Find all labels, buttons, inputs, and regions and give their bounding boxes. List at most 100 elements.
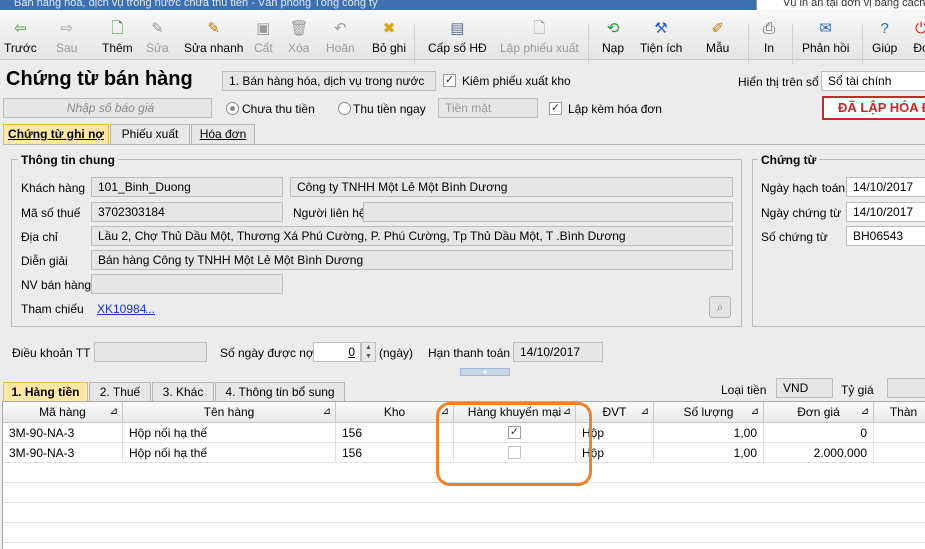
toolbar-button-12[interactable]: ⚒ Tiện ích — [640, 20, 682, 62]
ngay-hach-toan-label: Ngày hạch toán — [761, 181, 846, 195]
voucher-type-select[interactable]: 1. Bán hàng hóa, dịch vụ trong nước — [222, 71, 436, 91]
edit-icon: ✎ — [151, 20, 164, 37]
toolbar-button-label: Hoãn — [326, 41, 355, 55]
pin-icon[interactable]: ⊿ — [641, 402, 649, 422]
tab-chung-tu-ghi-no[interactable]: Chứng từ ghi nợ — [3, 124, 109, 145]
cell-thanh-tien[interactable] — [874, 423, 925, 443]
toolbar-button-13[interactable]: ✐ Mẫu — [706, 20, 729, 62]
toolbar-button-8[interactable]: ✖ Bỏ ghi — [372, 20, 406, 62]
cell-so-luong[interactable]: 1,00 — [654, 423, 764, 443]
han-thanh-toan-label: Hạn thanh toán — [428, 346, 511, 360]
nv-ban-hang-label: NV bán hàng — [21, 278, 92, 292]
cell-so-luong[interactable]: 1,00 — [654, 443, 764, 463]
delete-icon: 🗑 — [289, 20, 309, 37]
quote-number-input[interactable]: Nhập số báo giá — [3, 98, 212, 118]
thu-tien-ngay-label: Thu tiền ngay — [353, 102, 426, 116]
cell-thanh-tien[interactable] — [874, 443, 925, 463]
toolbar-button-0[interactable]: ⇦ Trước — [4, 20, 37, 62]
col-ten-hang[interactable]: Tên hàng ⊿ — [123, 402, 336, 423]
toolbar-separator — [862, 24, 863, 64]
toolbar-button-1[interactable]: ⇨ Sau — [56, 20, 77, 62]
toolbar-button-10[interactable]: 🗋 Lập phiếu xuất — [500, 20, 579, 62]
description-input[interactable]: Bán hàng Công ty TNHH Một Lẻ Một Bình Dư… — [91, 250, 733, 270]
tham-chieu-label: Tham chiếu — [21, 302, 84, 316]
chua-thu-tien-label: Chưa thu tiền — [242, 102, 315, 116]
tab-thong-tin-bo-sung[interactable]: 4. Thông tin bổ sung — [215, 382, 345, 403]
posting-date-input[interactable]: 14/10/2017 — [846, 177, 925, 197]
help-icon: ? — [880, 20, 889, 37]
toolbar-separator — [588, 24, 589, 64]
tab-hang-tien[interactable]: 1. Hàng tiền — [3, 382, 88, 403]
toolbar-button-4[interactable]: ✎ Sửa nhanh — [184, 20, 243, 62]
thu-tien-ngay-radio[interactable] — [338, 102, 351, 115]
toolbar-button-label: Xóa — [288, 41, 310, 55]
currency-select[interactable]: VND — [776, 378, 833, 398]
payment-terms-input[interactable] — [94, 342, 207, 362]
chua-thu-tien-radio[interactable] — [226, 102, 239, 115]
toolbar-button-15[interactable]: ✉ Phản hồi — [802, 20, 849, 62]
customer-code-input[interactable]: 101_Binh_Duong — [91, 177, 283, 197]
tab-khac[interactable]: 3. Khác — [152, 382, 214, 403]
ty-gia-label: Tỷ giá — [841, 383, 874, 397]
due-date-input[interactable]: 14/10/2017 — [513, 342, 603, 362]
tab-thue[interactable]: 2. Thuế — [89, 382, 151, 403]
col-thanh-tien[interactable]: Thàn — [874, 402, 925, 423]
toolbar-button-label: Tiện ích — [640, 41, 683, 55]
toolbar-button-6[interactable]: 🗑 Xóa — [288, 20, 309, 62]
tab-phieu-xuat[interactable]: Phiếu xuất — [110, 124, 190, 145]
reference-more-link[interactable]: ... — [145, 302, 155, 316]
toolbar-button-11[interactable]: ⟲ Nạp — [602, 20, 624, 62]
salesperson-input[interactable] — [91, 274, 283, 294]
payment-method-select[interactable]: Tiền mặt — [438, 98, 538, 118]
customer-name-input[interactable]: Công ty TNHH Một Lẻ Một Bình Dương — [290, 177, 733, 197]
col-kho-label: Kho — [383, 405, 406, 419]
cell-don-gia[interactable]: 0 — [764, 423, 874, 443]
credit-days-value: 0 — [348, 345, 355, 359]
pin-icon[interactable]: ⊿ — [751, 402, 759, 422]
lap-kem-hoa-don-checkbox[interactable]: ✓ — [549, 102, 562, 115]
credit-days-stepper[interactable]: ▲ ▼ — [361, 342, 376, 362]
contact-person-input[interactable] — [363, 202, 733, 222]
toolbar-button-14[interactable]: ⎙ In — [760, 20, 778, 62]
cell-ten-hang[interactable]: Hộp nối hạ thế — [123, 423, 336, 443]
cell-don-gia[interactable]: 2.000.000 — [764, 443, 874, 463]
address-input[interactable]: Lầu 2, Chợ Thủ Dầu Một, Thương Xá Phú Cư… — [91, 226, 733, 246]
toolbar-button-label: Phản hồi — [802, 41, 850, 55]
toolbar-button-2[interactable]: 🗋 Thêm — [102, 20, 133, 62]
kiem-phieu-xuat-kho-checkbox[interactable]: ✓ — [443, 74, 456, 87]
toolbar-button-label: Cất — [254, 41, 273, 55]
toolbar-button-16[interactable]: ? Giúp — [872, 20, 897, 62]
toolbar-button-9[interactable]: ▤ Cấp số HĐ — [428, 20, 487, 62]
collapse-handle[interactable]: ▲ — [460, 368, 510, 376]
search-reference-icon[interactable]: ⌕ — [709, 296, 731, 318]
toolbar-button-17[interactable]: ⏻ Đó — [912, 20, 925, 62]
dien-giai-label: Diễn giải — [21, 254, 68, 268]
col-don-gia[interactable]: Đơn giá ⊿ — [764, 402, 874, 423]
cell-ma-hang[interactable]: 3M-90-NA-3 — [3, 443, 123, 463]
pin-icon[interactable]: ⊿ — [323, 402, 331, 422]
pin-icon[interactable]: ⊿ — [110, 402, 118, 422]
add-document-icon: 🗋 — [111, 20, 124, 37]
utilities-icon: ⚒ — [654, 20, 668, 37]
cell-ma-hang[interactable]: 3M-90-NA-3 — [3, 423, 123, 443]
lap-kem-hoa-don-label: Lập kèm hóa đơn — [568, 102, 662, 116]
tax-code-input[interactable]: 3702303184 — [91, 202, 283, 222]
kiem-phieu-xuat-kho-label: Kiêm phiếu xuất kho — [462, 74, 571, 88]
tab-hoa-don[interactable]: Hóa đơn — [191, 124, 255, 145]
hien-thi-label: Hiển thị trên sổ — [738, 75, 819, 89]
voucher-date-input[interactable]: 14/10/2017 — [846, 202, 925, 222]
col-so-luong[interactable]: Số lượng ⊿ — [654, 402, 764, 423]
pin-icon[interactable]: ⊿ — [861, 402, 869, 422]
toolbar-button-label: Nạp — [602, 41, 625, 55]
reference-link[interactable]: XK10984 — [97, 302, 146, 316]
credit-days-input[interactable]: 0 — [313, 342, 361, 362]
hien-thi-select[interactable]: Sổ tài chính — [821, 71, 925, 91]
exchange-rate-input[interactable] — [887, 378, 925, 398]
voucher-number-input[interactable]: BH06543 — [846, 226, 925, 246]
col-ma-hang[interactable]: Mã hàng ⊿ — [3, 402, 123, 423]
toolbar-button-label: Trước — [4, 41, 37, 55]
toolbar-button-3[interactable]: ✎ Sửa — [146, 20, 169, 62]
cell-ten-hang[interactable]: Hộp nối hạ thế — [123, 443, 336, 463]
toolbar-button-5[interactable]: ▣ Cất — [254, 20, 273, 62]
toolbar-button-7[interactable]: ↶ Hoãn — [326, 20, 355, 62]
